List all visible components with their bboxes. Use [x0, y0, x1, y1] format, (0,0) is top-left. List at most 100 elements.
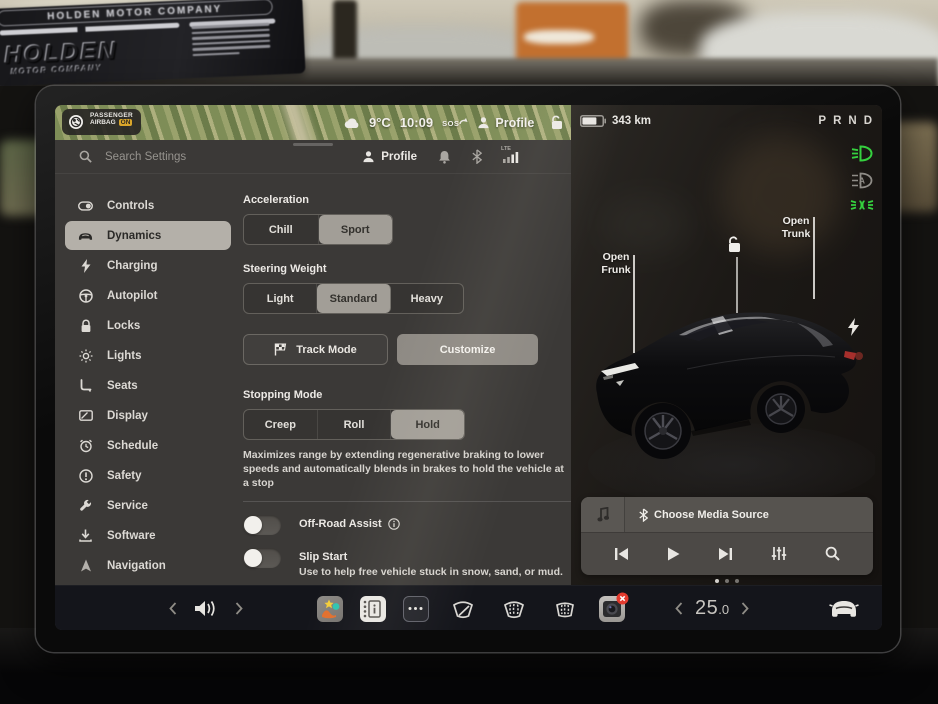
cabin-temperature[interactable]: 25.0 [695, 597, 729, 620]
owners-manual-app-icon[interactable] [360, 596, 386, 622]
search-input[interactable]: Search Settings [105, 151, 186, 163]
sidebar-item-label: Seats [107, 380, 138, 392]
temp-down-chevron[interactable] [675, 602, 683, 615]
navigation-icon [78, 559, 93, 572]
bluetooth-status-icon[interactable] [472, 149, 482, 164]
sidebar-item-service[interactable]: Service [65, 491, 231, 520]
info-icon[interactable] [388, 518, 400, 530]
battery-icon [580, 115, 606, 127]
sidebar-item-lights[interactable]: Lights [65, 341, 231, 370]
outside-temperature: 9°C [369, 115, 391, 130]
airbag-on-badge: ON [119, 119, 133, 126]
customize-button[interactable]: Customize [397, 334, 538, 365]
media-source-row[interactable]: Choose Media Source [581, 497, 873, 533]
alert-icon [78, 469, 93, 483]
section-divider [243, 501, 571, 502]
off-road-assist-row: Off-Road Assist [243, 515, 571, 535]
stopping-mode-label: Stopping Mode [243, 389, 571, 401]
status-bar: 9°C 10:09 SOS Profile [343, 105, 565, 140]
music-note-icon [597, 507, 609, 522]
sidebar-item-label: Schedule [107, 440, 158, 452]
climate-temperature-control: 25.0 [675, 586, 749, 630]
next-track-button[interactable] [718, 547, 733, 561]
notifications-bell-icon[interactable] [438, 150, 451, 164]
sidebar-item-navigation[interactable]: Navigation [65, 551, 231, 580]
off-road-assist-toggle[interactable] [243, 515, 281, 535]
media-controls [581, 533, 873, 574]
vehicle-lock-button[interactable] [724, 236, 744, 254]
rear-defrost-icon[interactable] [552, 597, 578, 621]
airbag-text-2: AIRBAG [90, 119, 116, 126]
sidebar-item-label: Software [107, 530, 156, 542]
track-mode-button[interactable]: Track Mode [243, 334, 388, 365]
sidebar-item-display[interactable]: Display [65, 401, 231, 430]
front-defrost-icon[interactable] [501, 597, 527, 621]
wrench-icon [78, 499, 93, 512]
camera-app-icon[interactable] [599, 596, 625, 622]
sidebar-item-schedule[interactable]: Schedule [65, 431, 231, 460]
battery-range[interactable]: 343 km [580, 115, 651, 127]
media-player: Choose Media Source [581, 497, 873, 575]
person-icon [362, 150, 375, 163]
sheet-drag-handle[interactable] [293, 143, 333, 146]
gear-d[interactable]: D [864, 115, 872, 127]
steering-option-light[interactable]: Light [244, 284, 317, 313]
slip-start-description: Use to help free vehicle stuck in snow, … [299, 566, 563, 578]
sidebar-item-software[interactable]: Software [65, 521, 231, 550]
audio-settings-icon[interactable] [771, 546, 787, 561]
volume-down-chevron[interactable] [169, 602, 177, 615]
vehicle-3d-view[interactable] [583, 273, 875, 513]
stopping-segmented-control: Creep Roll Hold [243, 409, 465, 440]
speaker-icon[interactable] [193, 598, 219, 619]
media-source-label: Choose Media Source [654, 509, 769, 521]
gear-r[interactable]: R [833, 115, 841, 127]
car-front-icon[interactable] [827, 598, 861, 620]
volume-up-chevron[interactable] [235, 602, 243, 615]
driver-profile-button[interactable]: Profile [362, 150, 417, 163]
sidebar-item-controls[interactable]: Controls [65, 191, 231, 220]
driver-profile-button-top[interactable]: Profile [477, 116, 534, 130]
steering-wheel-icon [78, 289, 93, 303]
page-indicator-dots[interactable] [571, 579, 882, 583]
sidebar-item-label: Safety [107, 470, 142, 482]
play-button[interactable] [667, 547, 680, 561]
slip-start-toggle[interactable] [243, 548, 281, 568]
settings-sidebar: Controls Dynamics Charging [55, 174, 237, 581]
cellular-signal-indicator[interactable]: LTE [503, 150, 519, 163]
sos-indicator: SOS [442, 118, 468, 127]
tesla-touchscreen: PASSENGER AIRBAG ON 9°C 10:09 SOS [36, 86, 900, 652]
sidebar-item-label: Service [107, 500, 148, 512]
weather-cloud-icon [343, 117, 360, 129]
bolt-icon [78, 259, 93, 273]
previous-track-button[interactable] [614, 547, 629, 561]
slip-start-row: Slip Start Use to help free vehicle stuc… [243, 548, 571, 578]
steering-option-standard[interactable]: Standard [317, 284, 390, 313]
sign-text-blur [524, 30, 594, 44]
media-search-button[interactable] [825, 546, 840, 561]
sidebar-item-autopilot[interactable]: Autopilot [65, 281, 231, 310]
sidebar-item-label: Navigation [107, 560, 166, 572]
sidebar-item-safety[interactable]: Safety [65, 461, 231, 490]
lock-open-icon[interactable] [549, 115, 565, 130]
stopping-option-hold[interactable]: Hold [391, 410, 464, 439]
acceleration-option-sport[interactable]: Sport [319, 215, 393, 244]
stopping-option-creep[interactable]: Creep [244, 410, 318, 439]
wiper-icon[interactable] [450, 597, 476, 621]
temp-up-chevron[interactable] [741, 602, 749, 615]
toybox-app-icon[interactable] [317, 596, 343, 622]
screen: PASSENGER AIRBAG ON 9°C 10:09 SOS [55, 105, 882, 630]
acceleration-option-chill[interactable]: Chill [244, 215, 319, 244]
steering-weight-label: Steering Weight [243, 263, 571, 275]
sidebar-item-dynamics[interactable]: Dynamics [65, 221, 231, 250]
gear-p[interactable]: P [818, 115, 826, 127]
sidebar-item-seats[interactable]: Seats [65, 371, 231, 400]
sidebar-item-locks[interactable]: Locks [65, 311, 231, 340]
dealer-sign: HOLDEN MOTOR COMPANY HOLDEN MOTOR COMPAN… [0, 0, 306, 87]
stopping-option-roll[interactable]: Roll [318, 410, 392, 439]
steering-option-heavy[interactable]: Heavy [391, 284, 463, 313]
acceleration-label: Acceleration [243, 194, 571, 206]
gear-n[interactable]: N [848, 115, 856, 127]
app-drawer-icon[interactable] [403, 596, 429, 622]
sidebar-item-charging[interactable]: Charging [65, 251, 231, 280]
clock-icon [78, 439, 93, 453]
